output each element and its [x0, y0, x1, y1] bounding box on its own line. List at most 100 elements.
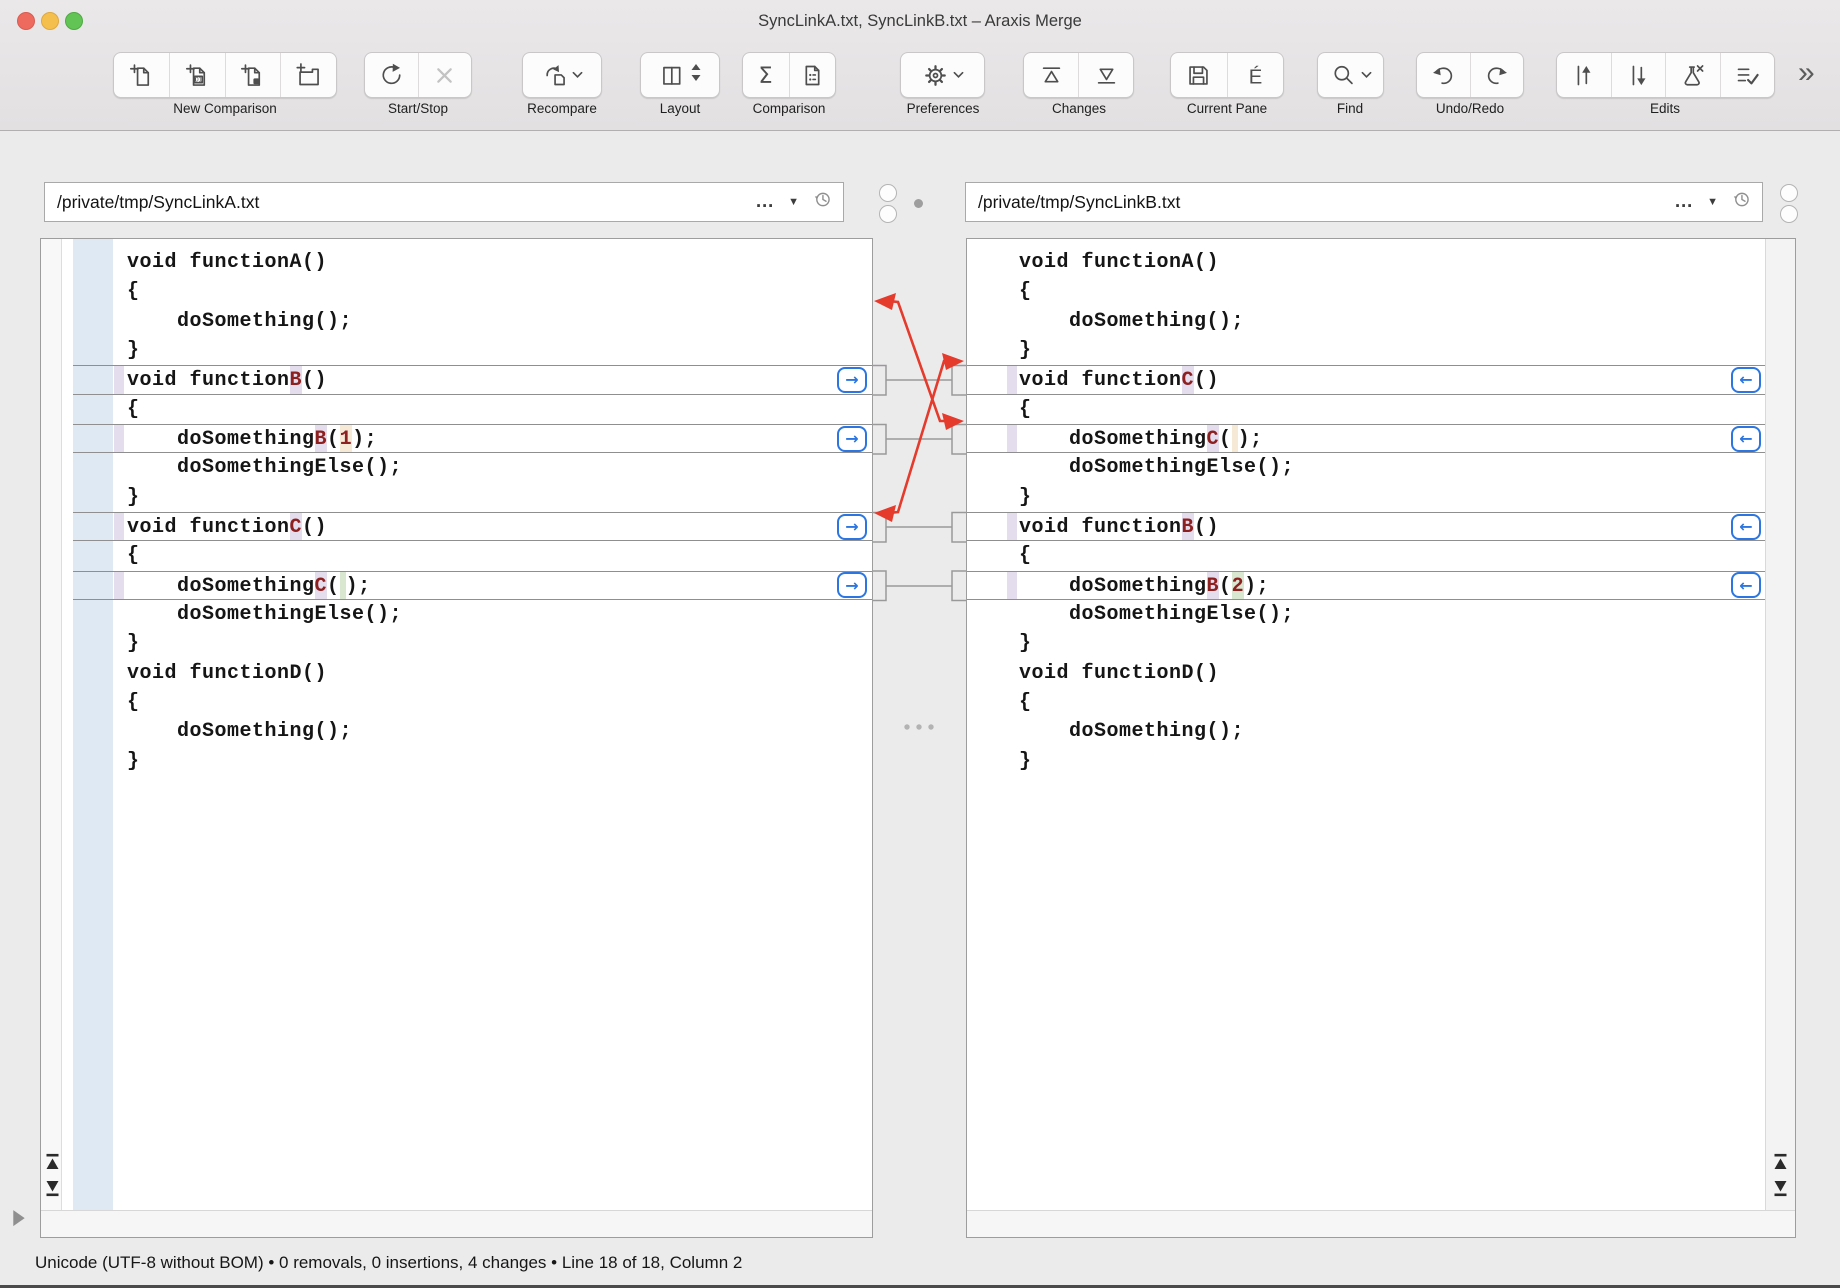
merge-to-right-button[interactable]: → — [837, 367, 867, 393]
comparison-report-button[interactable] — [789, 53, 836, 97]
merge-to-left-button[interactable]: ← — [1731, 572, 1761, 598]
toolbar-label-undo-redo: Undo/Redo — [1436, 101, 1504, 116]
find-button[interactable] — [1318, 53, 1383, 97]
code-segment-changed: C — [1207, 425, 1220, 452]
code-line: { — [967, 541, 1765, 570]
left-pane-link-toggle-bottom[interactable] — [879, 205, 897, 223]
left-path-dropdown-button[interactable]: ▼ — [788, 196, 799, 208]
right-pane-link-toggle-bottom[interactable] — [1780, 205, 1798, 223]
left-path-more-button[interactable]: … — [755, 197, 775, 207]
left-file-path-field[interactable]: /private/tmp/SyncLinkA.txt — [45, 192, 755, 213]
svg-text:É: É — [1248, 65, 1262, 88]
code-line: { — [967, 688, 1765, 717]
shift-lines-down-button[interactable] — [1611, 53, 1666, 97]
toolbar-label-find: Find — [1337, 101, 1363, 116]
left-overview-strip[interactable] — [41, 239, 62, 1237]
new-binary-comparison-icon: 01 — [184, 62, 211, 89]
code-segment: doSomething — [127, 575, 315, 598]
code-segment: doSomethingElse(); — [1019, 603, 1294, 626]
bottom-expander-button[interactable] — [11, 1209, 27, 1226]
code-line: doSomething(); — [73, 717, 872, 746]
accept-changes-button[interactable] — [1720, 53, 1775, 97]
redo-button[interactable] — [1470, 53, 1524, 97]
start-button[interactable] — [365, 53, 418, 97]
right-path-dropdown-button[interactable]: ▼ — [1707, 196, 1718, 208]
right-path-more-button[interactable]: … — [1674, 197, 1694, 207]
changed-code-line: void functionC()← — [967, 365, 1765, 394]
next-change-icon — [1093, 62, 1120, 89]
layout-button[interactable] — [641, 53, 719, 97]
history-icon[interactable] — [812, 189, 833, 215]
toolbar-label-start-stop: Start/Stop — [388, 101, 448, 116]
changed-code-line: doSomethingB(1);→ — [73, 424, 872, 453]
shift-lines-up-icon — [1570, 62, 1597, 89]
new-folder-comparison-button[interactable] — [280, 53, 336, 97]
new-binary-comparison-button[interactable]: 01 — [169, 53, 225, 97]
code-line: } — [73, 747, 872, 776]
code-line: { — [73, 541, 872, 570]
code-segment: { — [1019, 544, 1032, 567]
code-line: doSomethingElse(); — [73, 600, 872, 629]
encoding-button[interactable]: É — [1227, 53, 1284, 97]
toolbar-group-comparison: Σ — [742, 52, 836, 98]
code-line: } — [967, 336, 1765, 365]
code-segment: ); — [352, 428, 377, 451]
window-header: SyncLinkA.txt, SyncLinkB.txt – Araxis Me… — [0, 0, 1840, 131]
save-button[interactable] — [1171, 53, 1227, 97]
code-segment: ); — [346, 575, 371, 598]
code-line: doSomething(); — [73, 307, 872, 336]
changed-code-line: doSomethingC();← — [967, 424, 1765, 453]
flask-remove-icon — [1679, 62, 1706, 89]
stop-button[interactable] — [418, 53, 472, 97]
left-file-pane: void functionA(){ doSomething();}void fu… — [40, 238, 873, 1238]
go-to-last-change-button[interactable] — [1772, 1179, 1789, 1197]
merge-to-right-button[interactable]: → — [837, 514, 867, 540]
code-segment: doSomething(); — [1019, 310, 1244, 333]
merge-to-left-button[interactable]: ← — [1731, 367, 1761, 393]
code-line: { — [73, 277, 872, 306]
code-line: doSomething(); — [967, 307, 1765, 336]
summary-button[interactable]: Σ — [743, 53, 789, 97]
code-segment: void functionD() — [1019, 662, 1219, 685]
undo-button[interactable] — [1417, 53, 1470, 97]
toolbar-label-preferences: Preferences — [907, 101, 980, 116]
merge-to-right-button[interactable]: → — [837, 426, 867, 452]
go-to-last-change-button[interactable] — [44, 1179, 61, 1197]
remove-changes-button[interactable] — [1665, 53, 1720, 97]
code-segment: ( — [327, 428, 340, 451]
code-segment: void function — [1019, 516, 1182, 539]
code-segment: () — [1194, 369, 1219, 392]
code-line: doSomething(); — [967, 717, 1765, 746]
code-line: doSomethingElse(); — [967, 600, 1765, 629]
left-horizontal-scrollbar[interactable] — [41, 1210, 872, 1237]
right-overview-strip[interactable] — [1765, 239, 1795, 1237]
right-horizontal-scrollbar[interactable] — [967, 1210, 1795, 1237]
merge-to-right-button[interactable]: → — [837, 572, 867, 598]
new-text-comparison-button[interactable] — [114, 53, 169, 97]
new-image-comparison-icon — [239, 62, 266, 89]
right-pane-link-toggle-top[interactable] — [1780, 184, 1798, 202]
previous-change-button[interactable] — [1024, 53, 1078, 97]
right-file-path-field[interactable]: /private/tmp/SyncLinkB.txt — [966, 192, 1674, 213]
code-line: } — [73, 629, 872, 658]
shift-lines-up-button[interactable] — [1557, 53, 1611, 97]
toolbar-group-edits — [1556, 52, 1775, 98]
history-icon[interactable] — [1731, 189, 1752, 215]
recompare-button[interactable] — [523, 53, 601, 97]
changed-code-line: void functionC()→ — [73, 512, 872, 541]
preferences-button[interactable] — [901, 53, 984, 97]
chevron-down-icon — [953, 66, 964, 84]
toolbar-overflow-button[interactable]: » — [1798, 56, 1813, 90]
merge-to-left-button[interactable]: ← — [1731, 514, 1761, 540]
code-line: doSomethingElse(); — [73, 453, 872, 482]
merge-to-left-button[interactable]: ← — [1731, 426, 1761, 452]
left-pane-link-toggle-top[interactable] — [879, 184, 897, 202]
left-file-path-bar: /private/tmp/SyncLinkA.txt … ▼ — [44, 182, 844, 222]
status-bar-text: Unicode (UTF-8 without BOM) • 0 removals… — [35, 1244, 1805, 1282]
go-to-first-change-button[interactable] — [1772, 1153, 1789, 1171]
go-to-first-change-button[interactable] — [44, 1153, 61, 1171]
next-change-button[interactable] — [1078, 53, 1133, 97]
new-image-comparison-button[interactable] — [225, 53, 281, 97]
code-segment-changed: B — [315, 425, 328, 452]
code-segment: } — [1019, 632, 1032, 655]
